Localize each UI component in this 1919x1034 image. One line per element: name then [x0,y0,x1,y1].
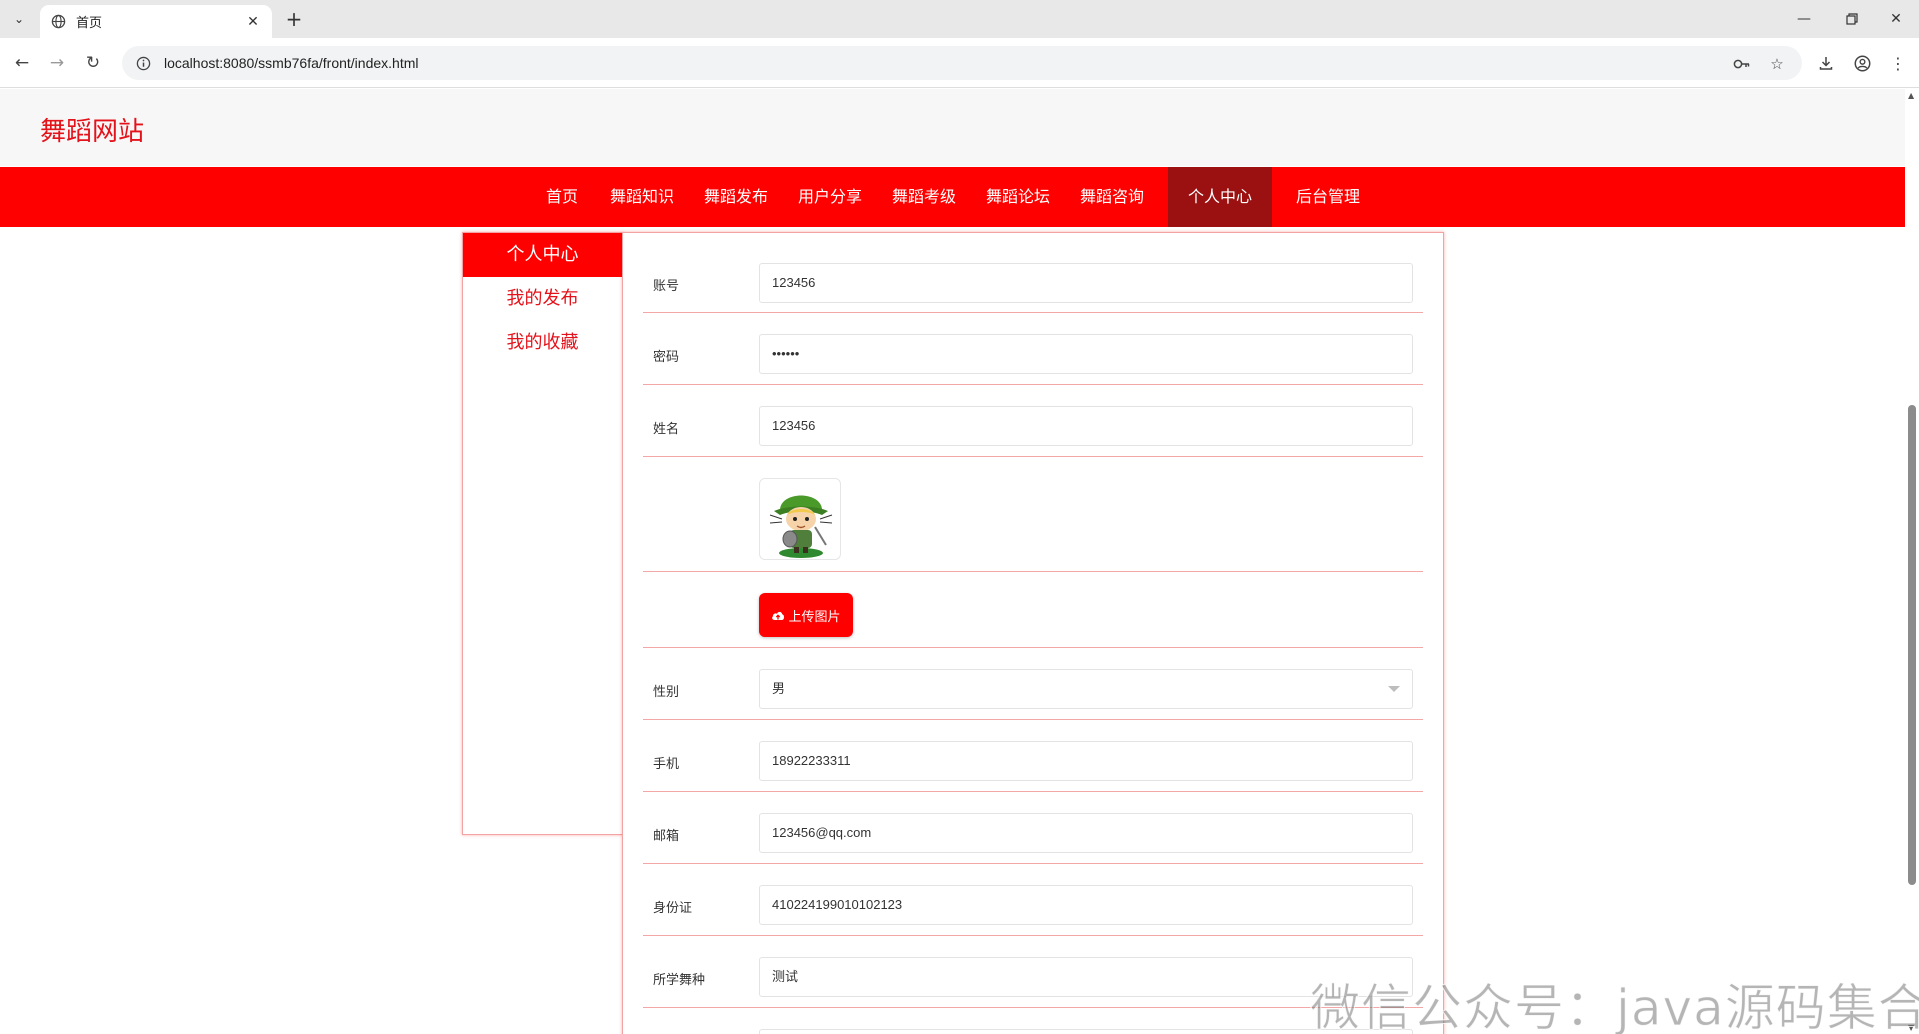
form-row-phone: 手机 18922233311 [643,721,1423,792]
scrollbar-thumb[interactable] [1908,405,1916,885]
page-scrollbar[interactable]: ▲ ▼ [1905,89,1919,1034]
close-icon[interactable]: ✕ [244,14,262,30]
form-row-avatar [643,458,1423,572]
nav-item-dance-forum[interactable]: 舞蹈论坛 [977,167,1059,227]
form-row-idcard: 身份证 410224199010102123 [643,865,1423,936]
email-input[interactable]: 123456@qq.com [759,813,1413,853]
window-close-icon[interactable]: ✕ [1876,6,1916,32]
upload-image-button[interactable]: 上传图片 [759,593,853,637]
form-row-password: 密码 •••••• [643,314,1423,385]
password-input[interactable]: •••••• [759,334,1413,374]
form-row-name: 姓名 123456 [643,386,1423,457]
nav-item-admin[interactable]: 后台管理 [1286,167,1370,227]
reload-icon[interactable]: ↻ [79,49,107,77]
page-viewport: 舞蹈网站 首页 舞蹈知识 舞蹈发布 用户分享 舞蹈考级 舞蹈论坛 舞蹈咨询 个人… [0,89,1905,1034]
phone-input[interactable]: 18922233311 [759,741,1413,781]
nav-item-personal-center[interactable]: 个人中心 [1168,167,1272,227]
nav-item-home[interactable]: 首页 [531,167,593,227]
forward-icon[interactable]: → [43,49,71,77]
site-header: 舞蹈网站 [0,89,1905,166]
info-icon[interactable] [134,54,152,72]
form-row-account: 账号 123456 [643,233,1423,313]
scroll-up-icon[interactable]: ▲ [1908,91,1914,100]
nav-item-dance-knowledge[interactable]: 舞蹈知识 [601,167,683,227]
form-row-email: 邮箱 123456@qq.com [643,793,1423,864]
name-input[interactable]: 123456 [759,406,1413,446]
email-label: 邮箱 [653,829,680,844]
browser-tab-bar: ⌄ 首页 ✕ + — ✕ [0,0,1919,38]
star-icon[interactable]: ☆ [1767,54,1787,74]
nav-item-user-share[interactable]: 用户分享 [789,167,871,227]
minimize-icon[interactable]: — [1784,6,1824,32]
url-text[interactable]: localhost:8080/ssmb76fa/front/index.html [164,55,418,71]
main-nav: 首页 舞蹈知识 舞蹈发布 用户分享 舞蹈考级 舞蹈论坛 舞蹈咨询 个人中心 后台… [0,167,1905,227]
browser-toolbar: ← → ↻ localhost:8080/ssmb76fa/front/inde… [0,38,1919,88]
idcard-label: 身份证 [653,901,693,916]
nav-item-dance-grading[interactable]: 舞蹈考级 [883,167,965,227]
dance-type-label: 所学舞种 [653,973,706,988]
watermark: 微信公众号：java源码集合 [1310,979,1919,1034]
site-logo[interactable]: 舞蹈网站 [40,111,144,148]
chevron-down-icon [1388,686,1400,692]
profile-form: 账号 123456 密码 •••••• 姓名 123456 上传图片 性别 男 … [622,232,1444,1034]
download-icon[interactable] [1812,49,1840,77]
upload-button-label: 上传图片 [788,609,841,625]
account-input[interactable]: 123456 [759,263,1413,303]
sidebar-item-my-favorites[interactable]: 我的收藏 [463,321,622,365]
form-row-dance-type: 所学舞种 测试 [643,937,1423,1008]
globe-icon [50,14,66,30]
restore-icon[interactable] [1832,6,1872,32]
tab-list-icon[interactable]: ⌄ [6,7,32,31]
idcard-input[interactable]: 410224199010102123 [759,885,1413,925]
form-row-next [643,1009,1423,1034]
form-row-gender: 性别 男 [643,649,1423,720]
form-row-upload: 上传图片 [643,573,1423,648]
nav-item-dance-publish[interactable]: 舞蹈发布 [695,167,777,227]
browser-tab[interactable]: 首页 ✕ [40,5,272,38]
nav-item-dance-consult[interactable]: 舞蹈咨询 [1071,167,1153,227]
menu-icon[interactable]: ⋮ [1884,49,1912,77]
plus-icon[interactable]: + [282,8,306,32]
password-label: 密码 [653,350,680,365]
key-icon[interactable] [1732,54,1752,74]
sidebar-item-personal-center[interactable]: 个人中心 [463,233,622,277]
address-bar[interactable]: localhost:8080/ssmb76fa/front/index.html… [122,46,1802,80]
back-icon[interactable]: ← [8,49,36,77]
profile-icon[interactable] [1848,49,1876,77]
gender-label: 性别 [653,685,680,700]
avatar-image [759,478,841,560]
tab-title: 首页 [76,16,103,31]
phone-label: 手机 [653,757,680,772]
sidebar-item-my-posts[interactable]: 我的发布 [463,277,622,321]
name-label: 姓名 [653,422,680,437]
gender-select-value: 男 [772,681,786,696]
cloud-upload-icon [771,610,785,621]
account-label: 账号 [653,279,680,294]
gender-select[interactable]: 男 [759,669,1413,709]
sidebar: 个人中心 我的发布 我的收藏 [462,232,623,835]
